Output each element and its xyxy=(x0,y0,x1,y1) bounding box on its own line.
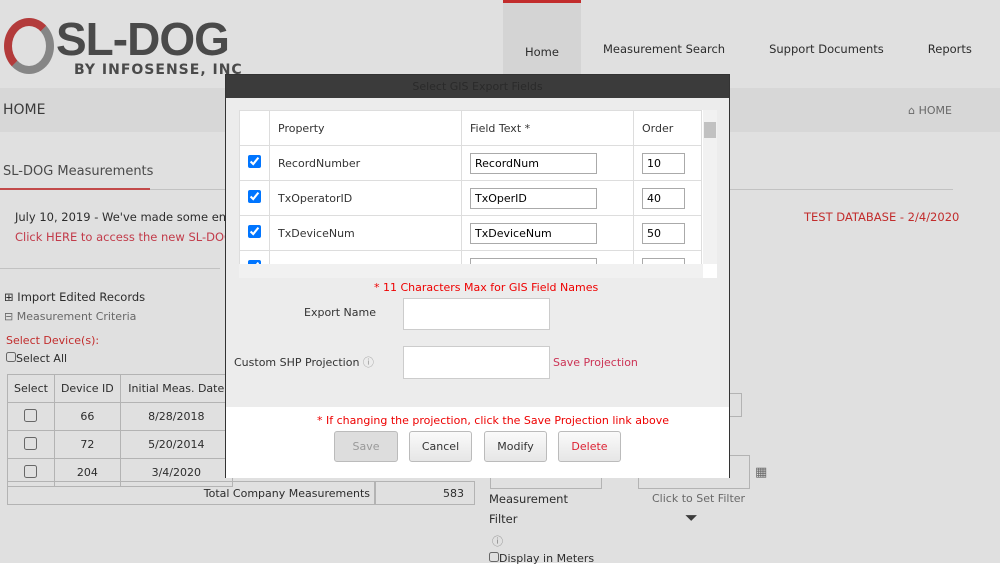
modify-button[interactable]: Modify xyxy=(484,431,547,462)
save-projection-link[interactable]: Save Projection xyxy=(553,356,638,369)
max-chars-note: * 11 Characters Max for GIS Field Names xyxy=(374,281,599,294)
info-icon[interactable]: ⓘ xyxy=(363,356,374,369)
export-name-input[interactable] xyxy=(403,298,550,330)
row-checkbox[interactable] xyxy=(248,225,261,238)
projection-note: * If changing the projection, click the … xyxy=(317,414,669,427)
vertical-scrollbar[interactable] xyxy=(703,110,717,264)
property-name: RecordNumber xyxy=(269,145,462,181)
horizontal-scrollbar[interactable] xyxy=(239,264,703,278)
gis-export-dialog: Select GIS Export Fields Property Field T… xyxy=(225,74,730,478)
row-checkbox[interactable] xyxy=(248,155,261,168)
column-header-field-text: Field Text * xyxy=(461,110,634,146)
property-name: TxOperatorID xyxy=(269,180,462,216)
row-checkbox[interactable] xyxy=(248,190,261,203)
order-input[interactable] xyxy=(642,152,685,174)
cancel-button[interactable]: Cancel xyxy=(409,431,472,462)
order-input[interactable] xyxy=(642,187,685,209)
dialog-footer: * If changing the projection, click the … xyxy=(226,407,729,478)
export-name-label: Export Name xyxy=(304,306,376,319)
column-header-property: Property xyxy=(269,110,462,146)
table-row: RecordNumber xyxy=(239,145,702,181)
field-text-input[interactable] xyxy=(470,152,597,174)
delete-button[interactable]: Delete xyxy=(558,431,621,462)
column-header-order: Order xyxy=(633,110,702,146)
save-button[interactable]: Save xyxy=(334,431,398,462)
projection-label: Custom SHP Projection ⓘ xyxy=(234,356,374,369)
dialog-title: Select GIS Export Fields xyxy=(226,75,729,98)
table-row: TxOperatorID xyxy=(239,180,702,216)
fields-grid: PropertyField Text *Order RecordNumber T… xyxy=(239,110,717,278)
order-input[interactable] xyxy=(642,222,685,244)
projection-input[interactable] xyxy=(403,346,550,379)
field-text-input[interactable] xyxy=(470,222,597,244)
field-text-input[interactable] xyxy=(470,187,597,209)
property-name: TxDeviceNum xyxy=(269,215,462,251)
table-row: TxDeviceNum xyxy=(239,215,702,251)
